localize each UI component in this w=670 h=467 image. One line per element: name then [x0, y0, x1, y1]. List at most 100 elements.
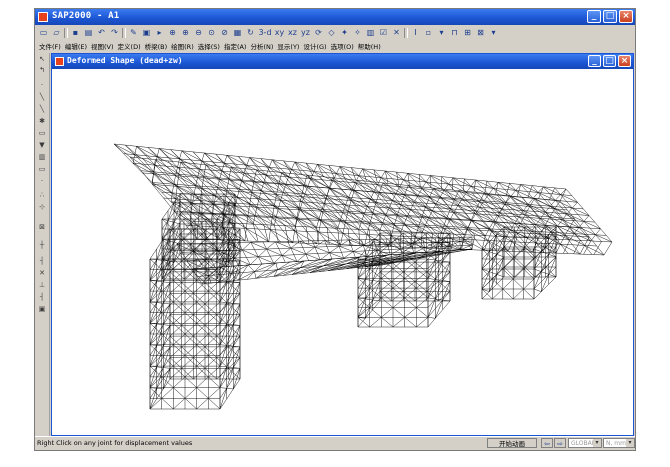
section-icon[interactable]: ▫ — [423, 27, 434, 38]
chevron-down-icon: ▾ — [626, 439, 634, 447]
coord-system-select[interactable]: GLOBAL ▾ — [568, 438, 602, 448]
toolbar-separator — [122, 27, 126, 38]
draw-link-icon[interactable]: ✱ — [37, 117, 47, 125]
maximize-button[interactable]: □ — [603, 10, 617, 23]
draw-rect-icon[interactable]: ▭ — [37, 165, 47, 173]
start-animation-button[interactable]: 开始动画 — [487, 438, 537, 448]
extrude-icon[interactable]: ✧ — [352, 27, 363, 38]
side-toolbar: ↖ ↰ · ╲ ╲ ✱ ▭ ▼ ▥ ▭ · ∴ ⊹ ⊠ ┼ ┤ ✕ ⊥ ┤ ▣ — [35, 53, 50, 437]
menu-help[interactable]: 帮助(H) — [358, 41, 381, 51]
cross-icon[interactable]: ✕ — [391, 27, 402, 38]
open-icon[interactable]: ▱ — [51, 27, 62, 38]
view-xy-button[interactable]: xy — [274, 27, 285, 38]
save-icon[interactable]: ▪ — [70, 27, 81, 38]
menu-display[interactable]: 显示(Y) — [277, 41, 299, 51]
dot-icon[interactable]: · — [37, 177, 47, 185]
view-3d-button[interactable]: 3-d — [258, 27, 272, 38]
truss-wireframe — [113, 143, 613, 410]
mesh-icon[interactable]: ⊠ — [475, 27, 486, 38]
menu-analyze[interactable]: 分析(N) — [250, 41, 273, 51]
new-icon[interactable]: ▭ — [38, 27, 49, 38]
display-icon[interactable]: ▦ — [232, 27, 243, 38]
status-hint: Right Click on any joint for displacemen… — [37, 439, 193, 447]
model-viewport[interactable] — [52, 69, 633, 435]
select-prev-icon[interactable]: ⊹ — [37, 203, 47, 211]
draw-shell-icon[interactable]: ▼ — [37, 141, 47, 149]
deformed-shape-window: Deformed Shape (dead+zw) _ □ × — [51, 53, 634, 436]
menu-bar: 文件(F) 编辑(E) 视图(V) 定义(D) 桥梁(B) 绘图(R) 选择(S… — [35, 40, 635, 51]
draw-point-icon[interactable]: · — [37, 81, 47, 89]
clear-selection-icon[interactable]: ⊠ — [37, 223, 47, 231]
frame-icon[interactable]: ⊓ — [449, 27, 460, 38]
pencil-icon[interactable]: ✎ — [128, 27, 139, 38]
pan-icon[interactable]: ⊘ — [219, 27, 230, 38]
menu-draw[interactable]: 绘图(R) — [171, 41, 194, 51]
snap-intersect-icon[interactable]: ✕ — [37, 269, 47, 277]
arrow-right-icon[interactable]: ⇨ — [554, 438, 566, 448]
rotate-icon[interactable]: ⟳ — [313, 27, 324, 38]
inner-close-button[interactable]: × — [618, 55, 631, 67]
menu-bridge[interactable]: 桥梁(B) — [145, 41, 168, 51]
sap2000-window: SAP2000 - A1 _ □ × ▭ ▱ ▪ ▤ ↶ ↷ ✎ ▣ ▸ ⊕ ⊕… — [34, 8, 636, 451]
menu-design[interactable]: 设计(G) — [303, 41, 326, 51]
close-button[interactable]: × — [619, 10, 633, 23]
snap-perp-icon[interactable]: ⊥ — [37, 281, 47, 289]
menu-assign[interactable]: 指定(A) — [224, 41, 247, 51]
window-title: Deformed Shape (dead+zw) — [67, 56, 183, 65]
check-icon[interactable]: ☑ — [378, 27, 389, 38]
undo-icon[interactable]: ↶ — [96, 27, 107, 38]
snap-joints-icon[interactable]: ┼ — [37, 241, 47, 249]
reshape-icon[interactable]: ↰ — [37, 66, 47, 74]
status-bar: Right Click on any joint for displacemen… — [35, 436, 635, 450]
lock-icon[interactable]: ▣ — [141, 27, 152, 38]
menu-edit[interactable]: 编辑(E) — [65, 41, 87, 51]
view-yz-button[interactable]: yz — [300, 27, 311, 38]
zoom-window-icon[interactable]: ⊕ — [167, 27, 178, 38]
snap-fine-icon[interactable]: ▣ — [37, 305, 47, 313]
menu-view[interactable]: 视图(V) — [91, 41, 114, 51]
menu-define[interactable]: 定义(D) — [118, 41, 141, 51]
zoom-out-icon[interactable]: ⊖ — [193, 27, 204, 38]
sap-app-icon — [38, 12, 48, 22]
options-dropdown-icon[interactable]: ▾ — [488, 27, 499, 38]
toolbar-separator — [404, 27, 408, 38]
draw-cable-icon[interactable]: ╲ — [37, 105, 47, 113]
chevron-down-icon: ▾ — [593, 439, 601, 447]
draw-area-icon[interactable]: ▭ — [37, 129, 47, 137]
app-title: SAP2000 - A1 — [52, 11, 120, 21]
minimize-button[interactable]: _ — [587, 10, 601, 23]
perspective-icon[interactable]: ◇ — [326, 27, 337, 38]
draw-frame-icon[interactable]: ╲ — [37, 93, 47, 101]
refresh-icon[interactable]: ↻ — [245, 27, 256, 38]
toolbar-separator — [64, 27, 68, 38]
print-icon[interactable]: ▤ — [83, 27, 94, 38]
window-icon — [55, 57, 64, 66]
menu-options[interactable]: 选项(O) — [331, 41, 354, 51]
shrink-icon[interactable]: ✦ — [339, 27, 350, 38]
space-truss-model — [113, 143, 613, 410]
truss-icon[interactable]: ⊞ — [462, 27, 473, 38]
select-all-icon[interactable]: ∴ — [37, 191, 47, 199]
grid-icon[interactable]: ▥ — [365, 27, 376, 38]
arrow-left-icon[interactable]: ⇦ — [541, 438, 553, 448]
coord-system-value: GLOBAL — [571, 440, 596, 447]
play-icon[interactable]: ▸ — [154, 27, 165, 38]
main-toolbar: ▭ ▱ ▪ ▤ ↶ ↷ ✎ ▣ ▸ ⊕ ⊕ ⊖ ⊙ ⊘ ▦ ↻ 3-d xy x… — [35, 26, 635, 39]
zoom-restore-icon[interactable]: ⊙ — [206, 27, 217, 38]
snap-ends-icon[interactable]: ┤ — [37, 257, 47, 265]
view-xz-button[interactable]: xz — [287, 27, 298, 38]
pointer-icon[interactable]: ↖ — [37, 55, 47, 63]
menu-select[interactable]: 选择(S) — [198, 41, 220, 51]
zoom-in-icon[interactable]: ⊕ — [180, 27, 191, 38]
units-select[interactable]: N, mm, C ▾ — [603, 438, 635, 448]
text-cursor-icon[interactable]: I — [410, 27, 421, 38]
snap-lines-icon[interactable]: ┤ — [37, 293, 47, 301]
dropdown-icon[interactable]: ▾ — [436, 27, 447, 38]
inner-titlebar: Deformed Shape (dead+zw) _ □ × — [52, 54, 633, 69]
menu-file[interactable]: 文件(F) — [39, 41, 61, 51]
app-titlebar: SAP2000 - A1 _ □ × — [35, 9, 635, 25]
inner-maximize-button[interactable]: □ — [603, 55, 616, 67]
redo-icon[interactable]: ↷ — [109, 27, 120, 38]
inner-minimize-button[interactable]: _ — [588, 55, 601, 67]
draw-solid-icon[interactable]: ▥ — [37, 153, 47, 161]
